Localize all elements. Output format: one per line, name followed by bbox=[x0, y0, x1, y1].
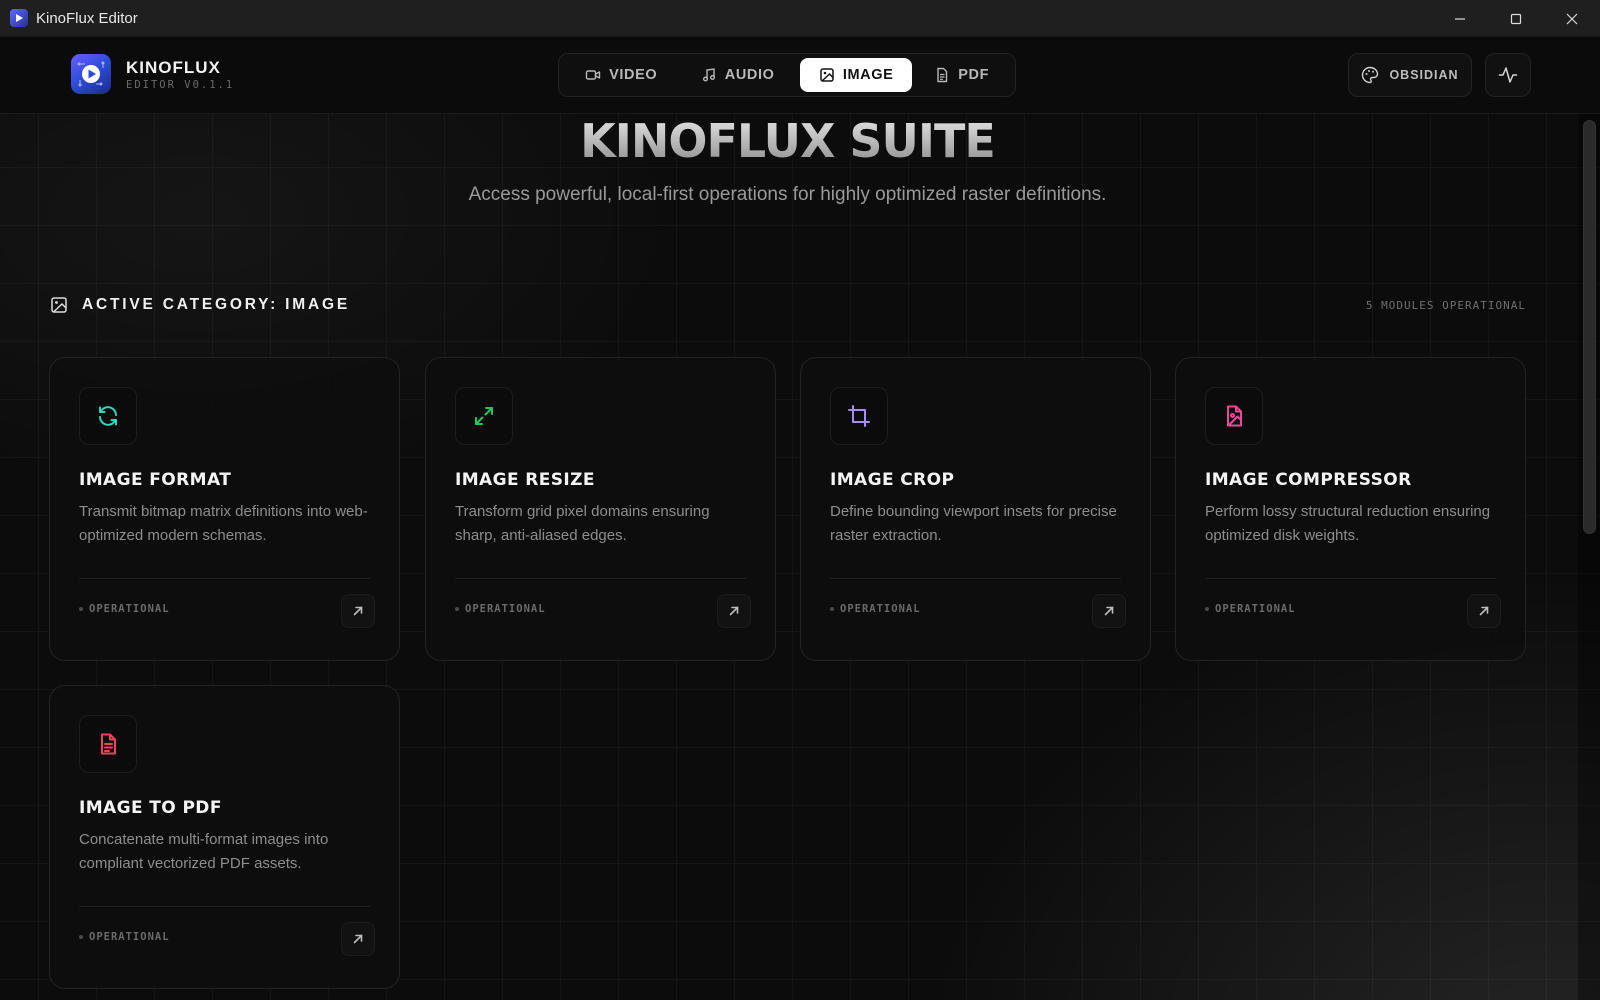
status-label: OPERATIONAL bbox=[89, 931, 170, 943]
card-description: Transform grid pixel domains ensuring sh… bbox=[455, 503, 710, 544]
status-label: OPERATIONAL bbox=[840, 603, 921, 615]
status-label: OPERATIONAL bbox=[1215, 603, 1296, 615]
window-titlebar: KinoFlux Editor bbox=[0, 0, 1600, 37]
scrollbar-thumb[interactable] bbox=[1583, 120, 1596, 534]
card-divider bbox=[1205, 578, 1496, 579]
module-card-image-to-pdf[interactable]: IMAGE TO PDF Concatenate multi-format im… bbox=[49, 685, 400, 989]
theme-label: OBSIDIAN bbox=[1389, 68, 1459, 82]
arrow-up-right-icon bbox=[1479, 606, 1489, 616]
brand-logo-icon bbox=[71, 54, 111, 94]
status-dot bbox=[79, 607, 83, 611]
card-title: IMAGE COMPRESSOR bbox=[1205, 470, 1412, 490]
arrow-up-right-icon bbox=[353, 934, 363, 944]
file-text-icon bbox=[101, 733, 116, 755]
modules-count: 5 MODULES OPERATIONAL bbox=[1365, 298, 1526, 312]
maximize-button[interactable] bbox=[1488, 0, 1544, 37]
open-module-button[interactable] bbox=[341, 594, 375, 628]
module-card-image-compressor[interactable]: IMAGE COMPRESSOR Perform lossy structura… bbox=[1175, 357, 1526, 661]
arrow-up-right-icon bbox=[1104, 606, 1114, 616]
file-text-icon bbox=[937, 67, 948, 83]
card-title: IMAGE TO PDF bbox=[79, 798, 222, 818]
window-controls bbox=[1432, 0, 1600, 37]
card-divider bbox=[79, 906, 370, 907]
image-icon bbox=[820, 68, 834, 82]
category-tabs: VIDEO AUDIO IMAGE PDF bbox=[558, 53, 1016, 97]
card-divider bbox=[455, 578, 746, 579]
video-icon bbox=[585, 70, 601, 80]
window-title: KinoFlux Editor bbox=[36, 9, 138, 27]
refresh-icon bbox=[99, 406, 117, 426]
module-card-image-resize[interactable]: IMAGE RESIZE Transform grid pixel domain… bbox=[425, 357, 776, 661]
status-badge: OPERATIONAL bbox=[1205, 603, 1296, 615]
close-button[interactable] bbox=[1544, 0, 1600, 37]
minimize-icon bbox=[1455, 17, 1465, 20]
card-title: IMAGE RESIZE bbox=[455, 470, 595, 490]
brand-version: EDITOR V0.1.1 bbox=[126, 78, 235, 91]
crop-icon bbox=[848, 405, 870, 427]
category-header: ACTIVE CATEGORY: IMAGE 5 MODULES OPERATI… bbox=[50, 290, 1526, 320]
card-title: IMAGE FORMAT bbox=[79, 470, 232, 490]
tab-pdf[interactable]: PDF bbox=[912, 58, 1011, 92]
close-icon bbox=[1566, 13, 1578, 24]
status-dot bbox=[79, 935, 83, 939]
tab-audio-label: AUDIO bbox=[724, 67, 775, 83]
tab-video[interactable]: VIDEO bbox=[563, 58, 679, 92]
tab-image-label: IMAGE bbox=[842, 67, 894, 83]
palette-icon bbox=[1362, 66, 1379, 84]
status-badge: OPERATIONAL bbox=[830, 603, 921, 615]
hero-title: KINOFLUX SUITE bbox=[0, 114, 1575, 168]
theme-button[interactable]: OBSIDIAN bbox=[1348, 53, 1472, 97]
card-description: Perform lossy structural reduction ensur… bbox=[1205, 503, 1491, 544]
card-icon-box bbox=[79, 387, 137, 445]
open-module-button[interactable] bbox=[341, 922, 375, 956]
status-dot bbox=[455, 607, 459, 611]
open-module-button[interactable] bbox=[1092, 594, 1126, 628]
card-description: Define bounding viewport insets for prec… bbox=[830, 503, 1117, 544]
status-label: OPERATIONAL bbox=[89, 603, 170, 615]
status-label: OPERATIONAL bbox=[465, 603, 546, 615]
card-description: Transmit bitmap matrix definitions into … bbox=[79, 503, 368, 544]
card-divider bbox=[79, 578, 370, 579]
maximize-icon bbox=[1510, 13, 1522, 24]
image-icon bbox=[51, 297, 67, 313]
status-badge: OPERATIONAL bbox=[455, 603, 546, 615]
status-dot bbox=[1205, 607, 1209, 611]
card-icon-box bbox=[455, 387, 513, 445]
music-note-icon bbox=[702, 68, 715, 82]
main-content: KINOFLUX SUITE Access powerful, local-fi… bbox=[0, 114, 1600, 1000]
tab-pdf-label: PDF bbox=[958, 67, 990, 83]
arrow-up-right-icon bbox=[353, 606, 363, 616]
status-badge: OPERATIONAL bbox=[79, 931, 170, 943]
tab-image[interactable]: IMAGE bbox=[799, 58, 913, 92]
card-icon-box bbox=[1205, 387, 1263, 445]
module-card-image-crop[interactable]: IMAGE CROP Define bounding viewport inse… bbox=[800, 357, 1151, 661]
card-description: Concatenate multi-format images into com… bbox=[79, 831, 329, 872]
tab-video-label: VIDEO bbox=[609, 67, 658, 83]
activity-button[interactable] bbox=[1485, 53, 1531, 97]
minimize-button[interactable] bbox=[1432, 0, 1488, 37]
brand-name: KINOFLUX bbox=[126, 57, 221, 77]
app-header: KINOFLUX EDITOR V0.1.1 VIDEO AUDIO IMAGE… bbox=[0, 37, 1600, 114]
tab-audio[interactable]: AUDIO bbox=[679, 58, 795, 92]
expand-arrows-icon bbox=[475, 407, 493, 425]
card-icon-box bbox=[79, 715, 137, 773]
card-icon-box bbox=[830, 387, 888, 445]
active-category-label: ACTIVE CATEGORY: IMAGE bbox=[82, 296, 350, 313]
file-image-icon bbox=[1227, 405, 1242, 427]
card-title: IMAGE CROP bbox=[830, 470, 955, 490]
hero-subtitle: Access powerful, local-first operations … bbox=[468, 184, 1107, 205]
open-module-button[interactable] bbox=[717, 594, 751, 628]
arrow-up-right-icon bbox=[729, 606, 739, 616]
open-module-button[interactable] bbox=[1467, 594, 1501, 628]
app-logo-icon bbox=[10, 9, 28, 27]
module-card-image-format[interactable]: IMAGE FORMAT Transmit bitmap matrix defi… bbox=[49, 357, 400, 661]
status-badge: OPERATIONAL bbox=[79, 603, 170, 615]
brand[interactable]: KINOFLUX EDITOR V0.1.1 bbox=[71, 54, 234, 94]
status-dot bbox=[830, 607, 834, 611]
card-divider bbox=[830, 578, 1121, 579]
activity-pulse-icon bbox=[1498, 67, 1518, 83]
